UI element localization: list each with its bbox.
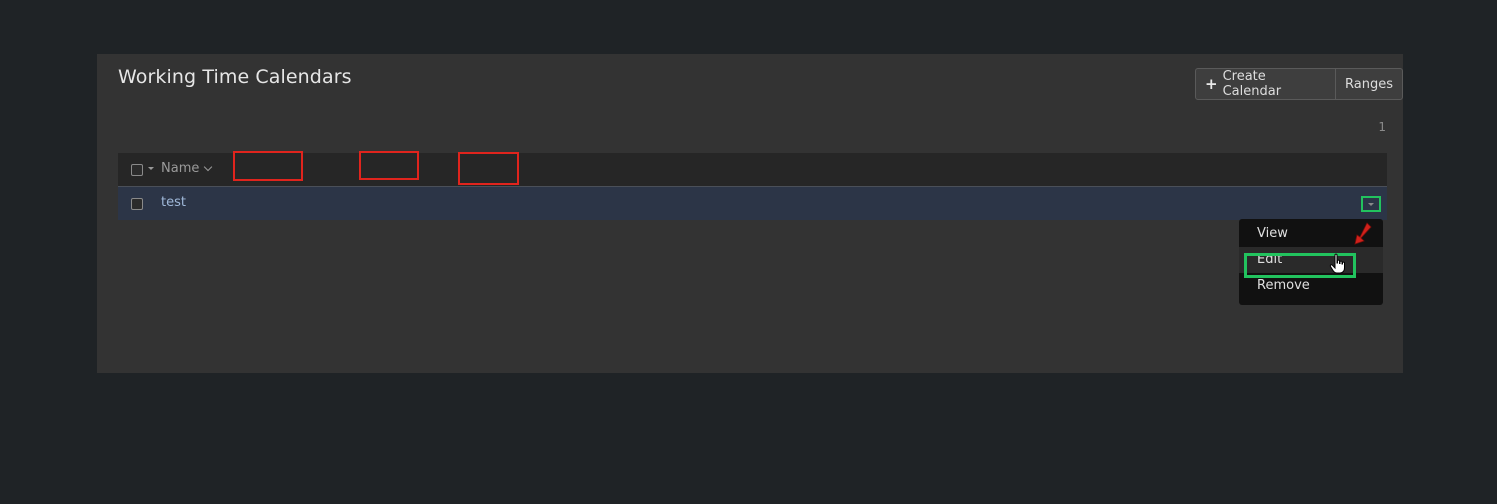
annotation-red-box xyxy=(233,151,303,181)
column-header-name[interactable]: Name xyxy=(161,161,213,176)
table-header: Name xyxy=(118,151,1387,187)
create-calendar-label: Create Calendar xyxy=(1222,69,1282,99)
table-row[interactable]: test xyxy=(118,187,1387,220)
main-panel: Working Time Calendars + Create Calendar… xyxy=(97,54,1403,373)
page-title: Working Time Calendars xyxy=(118,66,352,88)
annotation-red-box xyxy=(458,152,519,185)
header-button-group: + Create Calendar Ranges xyxy=(1195,68,1403,100)
calendars-table: Name test xyxy=(118,151,1387,220)
ranges-button[interactable]: Ranges xyxy=(1335,69,1402,99)
annotation-red-box xyxy=(359,151,419,180)
row-checkbox[interactable] xyxy=(131,198,143,210)
select-all-checkbox[interactable] xyxy=(131,164,143,176)
hand-pointer-cursor-icon xyxy=(1329,253,1345,274)
select-menu-caret-icon[interactable] xyxy=(148,167,154,170)
caret-down-icon xyxy=(1368,202,1374,206)
menu-item-edit[interactable]: Edit xyxy=(1239,247,1383,273)
create-calendar-button[interactable]: + Create Calendar xyxy=(1196,69,1335,99)
annotation-arrow-icon xyxy=(1354,222,1372,245)
pagination-indicator[interactable]: 1 xyxy=(1378,120,1386,134)
row-name-link[interactable]: test xyxy=(161,195,186,210)
column-header-name-label: Name xyxy=(161,161,200,176)
chevron-down-icon xyxy=(204,162,213,171)
row-actions-dropdown-button[interactable] xyxy=(1361,196,1381,212)
menu-item-remove[interactable]: Remove xyxy=(1239,273,1383,299)
plus-icon: + xyxy=(1205,75,1218,93)
